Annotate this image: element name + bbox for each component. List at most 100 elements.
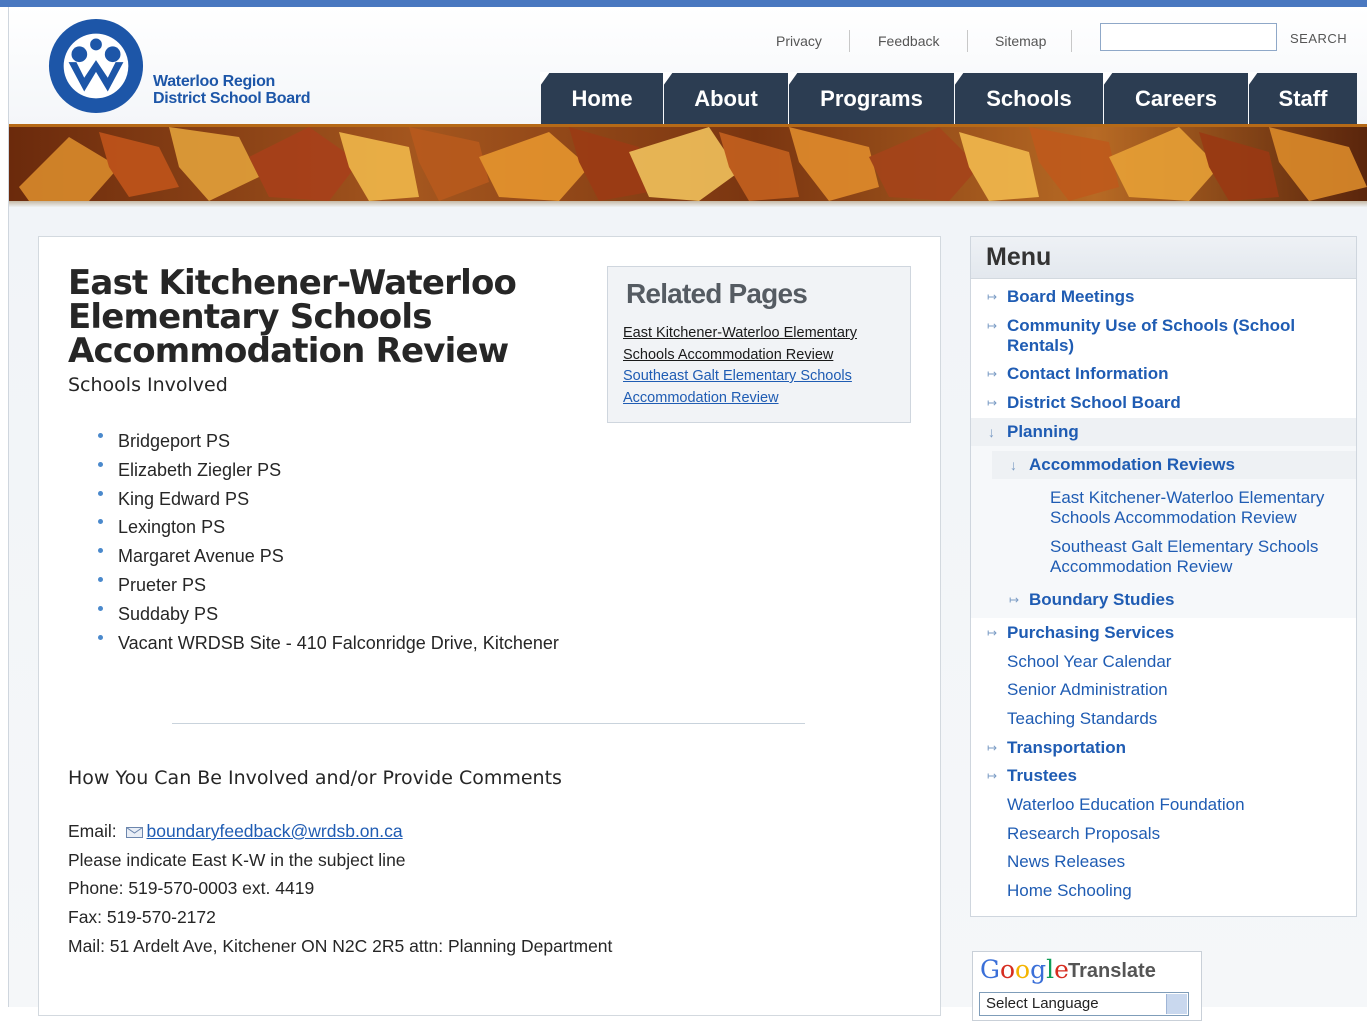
translate-label: Translate: [1068, 960, 1156, 982]
related-pages-links: East Kitchener-Waterloo Elementary Schoo…: [623, 323, 857, 409]
sidebar-item-boundary-studies[interactable]: Boundary Studies: [1029, 590, 1174, 610]
arrow-right-icon: ↦: [987, 769, 998, 783]
bullet-icon: [98, 576, 103, 582]
sidebar-item-district-school-board[interactable]: District School Board: [1007, 393, 1181, 413]
email-label: Email:: [68, 821, 117, 841]
privacy-link[interactable]: Privacy: [776, 33, 822, 49]
nav-tab-about-label: About: [694, 85, 758, 111]
sidebar-item-sgalt-review-cont[interactable]: Accommodation Review: [1050, 557, 1232, 577]
subject-note: Please indicate East K-W in the subject …: [68, 849, 406, 870]
menu-title: Menu: [986, 243, 1052, 271]
language-select[interactable]: Select Language: [979, 992, 1189, 1016]
logo-line-2: District School Board: [153, 90, 311, 107]
email-link[interactable]: boundaryfeedback@wrdsb.on.ca: [147, 821, 403, 841]
nav-tab-programs[interactable]: Programs: [788, 72, 954, 124]
utility-separator: [1071, 30, 1072, 52]
sidebar-item-community-use[interactable]: Community Use of Schools (School: [1007, 316, 1295, 336]
sidebar-item-transportation[interactable]: Transportation: [1007, 738, 1126, 758]
nav-tab-careers-label: Careers: [1135, 85, 1217, 111]
nav-tab-home-label: Home: [571, 85, 633, 111]
content-divider: [172, 723, 805, 724]
nav-tab-home[interactable]: Home: [540, 72, 663, 124]
school-name: Bridgeport PS: [118, 431, 231, 451]
related-link-ekw-line-2[interactable]: Schools Accommodation Review: [623, 345, 857, 367]
sidebar-item-school-year-calendar[interactable]: School Year Calendar: [1007, 652, 1171, 672]
sitemap-link[interactable]: Sitemap: [995, 33, 1046, 49]
school-name: Prueter PS: [118, 574, 207, 595]
nav-tab-staff[interactable]: Staff: [1248, 72, 1357, 124]
sidebar-item-home-schooling[interactable]: Home Schooling: [1007, 881, 1132, 901]
phone-line: Phone: 519-570-0003 ext. 4419: [68, 878, 315, 899]
google-logo: Google: [980, 955, 1069, 984]
related-link-sgalt-line-1[interactable]: Southeast Galt Elementary Schools: [623, 366, 857, 388]
related-link-ekw-line-1[interactable]: East Kitchener-Waterloo Elementary: [623, 323, 857, 345]
nav-tab-schools[interactable]: Schools: [954, 72, 1103, 124]
fax-line: Fax: 519-570-2172: [68, 907, 216, 928]
school-name: Margaret Avenue PS: [118, 546, 284, 567]
logo-line-1: Waterloo Region: [153, 73, 276, 90]
sidebar-item-teaching-standards[interactable]: Teaching Standards: [1007, 709, 1157, 729]
arrow-right-icon: ↦: [1009, 593, 1020, 607]
bullet-icon: [98, 605, 103, 611]
arrow-right-icon: ↦: [987, 367, 998, 381]
utility-separator: [849, 30, 850, 52]
arrow-right-icon: ↦: [987, 290, 998, 304]
arrow-right-icon: ↦: [987, 319, 998, 333]
nav-tab-staff-label: Staff: [1278, 85, 1328, 111]
sidebar-item-news-releases[interactable]: News Releases: [1007, 852, 1125, 872]
involved-heading: How You Can Be Involved and/or Provide C…: [68, 767, 562, 789]
sidebar-item-purchasing-services[interactable]: Purchasing Services: [1007, 623, 1174, 643]
sidebar-item-board-meetings[interactable]: Board Meetings: [1007, 287, 1135, 307]
sidebar-item-community-use-cont[interactable]: Rentals): [1007, 336, 1074, 356]
list-item: Margaret Avenue PS: [98, 545, 559, 574]
bullet-icon: [98, 634, 103, 640]
utility-separator: [967, 30, 968, 52]
list-item: Suddaby PS: [98, 603, 559, 632]
bullet-icon: [98, 548, 103, 554]
list-item: Lexington PS: [98, 516, 559, 545]
sidebar-item-sgalt-review[interactable]: Southeast Galt Elementary Schools: [1050, 537, 1318, 557]
top-accent-strip: [0, 0, 1367, 7]
bullet-icon: [98, 461, 103, 467]
nav-tab-careers[interactable]: Careers: [1103, 72, 1248, 124]
sidebar-item-research-proposals[interactable]: Research Proposals: [1007, 824, 1160, 844]
feedback-link[interactable]: Feedback: [878, 33, 939, 49]
arrow-right-icon: ↦: [987, 396, 998, 410]
school-name: Vacant WRDSB Site - 410 Falconridge Driv…: [118, 632, 559, 653]
contact-info: Email: boundaryfeedback@wrdsb.on.ca Plea…: [68, 817, 612, 961]
arrow-down-icon: ↓: [988, 424, 995, 440]
arrow-right-icon: ↦: [987, 741, 998, 755]
sidebar-item-education-foundation[interactable]: Waterloo Education Foundation: [1007, 795, 1245, 815]
sidebar-item-senior-administration[interactable]: Senior Administration: [1007, 680, 1168, 700]
sidebar-item-ekw-review[interactable]: East Kitchener-Waterloo Elementary: [1050, 488, 1324, 508]
sidebar-item-accommodation-reviews[interactable]: Accommodation Reviews: [1029, 455, 1235, 475]
sidebar-item-contact-information[interactable]: Contact Information: [1007, 364, 1169, 384]
schools-list: Bridgeport PS Elizabeth Ziegler PS King …: [98, 430, 559, 660]
school-name: King Edward PS: [118, 488, 250, 509]
school-name: Elizabeth Ziegler PS: [118, 459, 282, 480]
school-name: Suddaby PS: [118, 603, 219, 624]
wrdsb-logo-icon[interactable]: [47, 17, 145, 115]
arrow-right-icon: ↦: [987, 626, 998, 640]
search-button[interactable]: SEARCH: [1290, 31, 1347, 46]
nav-tab-schools-label: Schools: [986, 85, 1072, 111]
arrow-down-icon: ↓: [1010, 457, 1017, 473]
envelope-icon: [125, 826, 143, 838]
logo-wordmark[interactable]: Waterloo Region District School Board: [153, 73, 311, 107]
sidebar-item-trustees[interactable]: Trustees: [1007, 766, 1077, 786]
related-link-sgalt-line-2[interactable]: Accommodation Review: [623, 388, 857, 410]
chevron-down-icon[interactable]: [1166, 994, 1187, 1014]
sidebar-item-ekw-review-cont[interactable]: Schools Accommodation Review: [1050, 508, 1297, 528]
list-item: King Edward PS: [98, 488, 559, 517]
bullet-icon: [98, 433, 103, 438]
autumn-leaves-banner: [9, 127, 1367, 201]
bullet-icon: [98, 519, 103, 525]
search-input[interactable]: [1100, 23, 1277, 51]
list-item: Prueter PS: [98, 574, 559, 603]
related-pages-title: Related Pages: [626, 278, 808, 309]
sidebar-item-planning[interactable]: Planning: [1007, 422, 1079, 442]
banner-shadow: [9, 201, 1367, 207]
school-name: Lexington PS: [118, 517, 226, 538]
nav-tab-about[interactable]: About: [663, 72, 788, 124]
bullet-icon: [98, 490, 103, 496]
